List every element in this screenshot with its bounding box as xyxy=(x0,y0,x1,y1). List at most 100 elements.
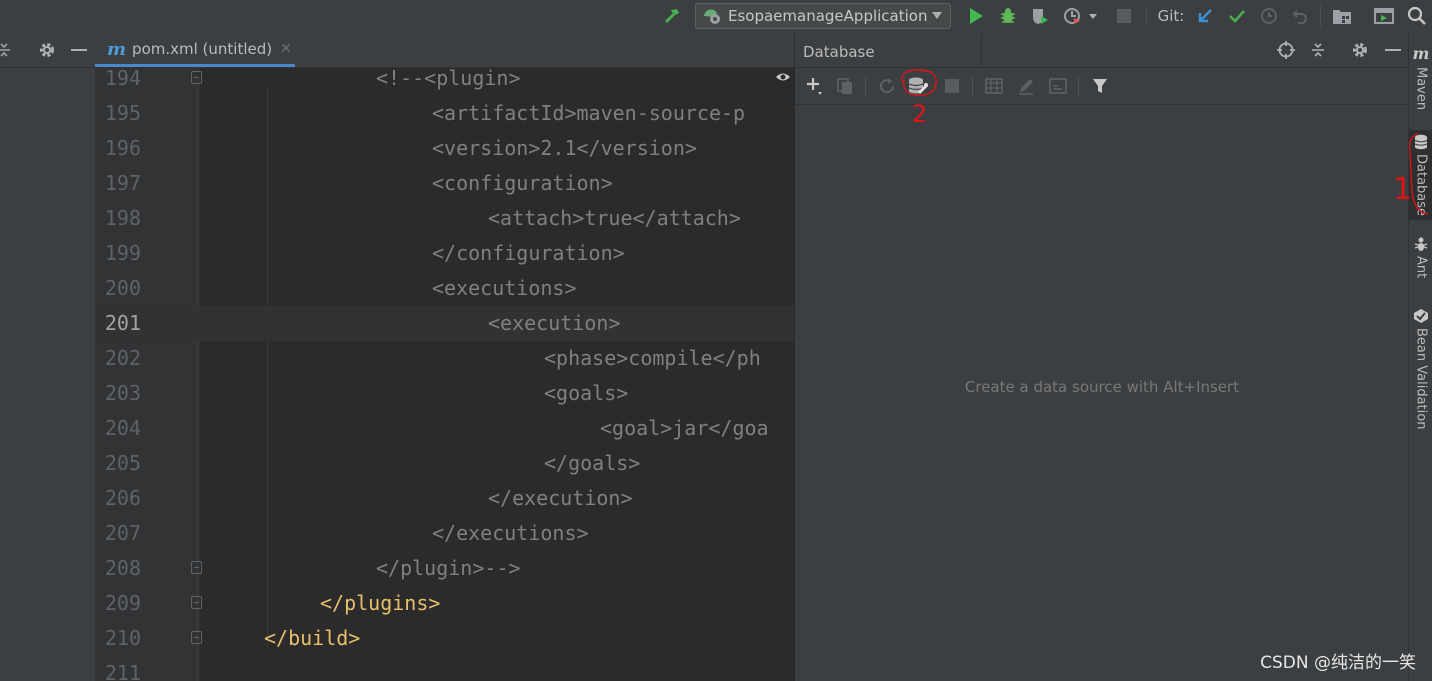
annotation-marker-1: 1 xyxy=(1393,172,1413,207)
project-structure-icon[interactable] xyxy=(1330,0,1354,32)
duplicate-icon[interactable] xyxy=(833,68,857,104)
stop-icon[interactable] xyxy=(1112,0,1136,32)
tool-tab-label: Ant xyxy=(1413,256,1429,279)
database-panel-header: Database xyxy=(795,34,1409,68)
git-commit-check-icon[interactable] xyxy=(1225,0,1249,32)
code-text: </execution> xyxy=(488,486,633,510)
line-number: 209 xyxy=(104,591,141,615)
profiler-icon[interactable] xyxy=(1060,0,1100,32)
line-number: 204 xyxy=(104,416,141,440)
toolbar-divider xyxy=(972,76,973,96)
line-number: 194 xyxy=(104,68,141,90)
maven-icon: m xyxy=(1412,44,1430,63)
line-number: 210 xyxy=(104,626,141,650)
run-with-coverage-icon[interactable] xyxy=(1028,0,1052,32)
code-line: 205 </goals> xyxy=(95,446,794,481)
stop-icon[interactable] xyxy=(940,68,964,104)
code-text: <version>2.1</version> xyxy=(432,136,697,160)
line-number: 197 xyxy=(104,171,141,195)
line-number: 202 xyxy=(104,346,141,370)
line-number: 206 xyxy=(104,486,141,510)
annotation-marker-2: 2 xyxy=(912,100,928,128)
run-icon[interactable] xyxy=(964,0,988,32)
search-icon[interactable] xyxy=(1404,0,1430,32)
close-icon[interactable]: ✕ xyxy=(280,41,292,57)
line-number: 207 xyxy=(104,521,141,545)
line-number: 196 xyxy=(104,136,141,160)
code-text: <!--<plugin> xyxy=(376,68,521,90)
left-tool-window-header xyxy=(0,34,95,68)
database-toolbar xyxy=(795,68,1409,105)
line-number: 203 xyxy=(104,381,141,405)
hide-panel-minus-icon[interactable] xyxy=(68,34,90,66)
code-text: </plugin>--> xyxy=(376,556,521,580)
table-editor-icon[interactable] xyxy=(982,68,1006,104)
toolbar-divider xyxy=(1146,6,1147,26)
edit-pencil-icon[interactable] xyxy=(1014,68,1038,104)
hide-panel-minus-icon[interactable] xyxy=(1382,34,1404,66)
code-line: 200 <executions> xyxy=(95,271,794,306)
tool-tab-maven[interactable]: m Maven xyxy=(1409,44,1432,110)
gear-icon[interactable] xyxy=(36,34,58,66)
code-text: </configuration> xyxy=(432,241,625,265)
toolbar-divider xyxy=(865,76,866,96)
add-plus-icon[interactable] xyxy=(803,68,827,104)
fold-marker[interactable] xyxy=(191,71,202,84)
code-line: 204 <goal>jar</goa xyxy=(95,411,794,446)
watermark: CSDN @纯洁的一笑 xyxy=(1260,653,1416,673)
code-line-current: 201 <execution> xyxy=(95,306,794,341)
code-text: <artifactId>maven-source-p xyxy=(432,101,746,125)
query-console-icon[interactable] xyxy=(1046,68,1070,104)
main-toolbar: EsopaemanageApplication Git: xyxy=(0,0,1432,34)
toolbar-divider xyxy=(1078,76,1079,96)
code-line: 195 <artifactId>maven-source-p xyxy=(95,96,794,131)
code-line: 199 </configuration> xyxy=(95,236,794,271)
editor-tab-bar: m pom.xml (untitled) ✕ xyxy=(95,34,794,68)
tool-tab-ant[interactable]: Ant xyxy=(1409,236,1432,278)
toolbar-divider xyxy=(1320,6,1321,26)
git-rollback-icon[interactable] xyxy=(1289,0,1313,32)
ant-icon xyxy=(1414,236,1428,252)
filter-funnel-icon[interactable] xyxy=(1088,68,1112,104)
tool-tab-bean-validation[interactable]: Bean Validation xyxy=(1409,308,1432,429)
line-number: 205 xyxy=(104,451,141,475)
code-editor[interactable]: 194 <!--<plugin> 195 <artifactId>maven-s… xyxy=(95,68,794,681)
line-number: 211 xyxy=(104,661,141,681)
tab-label: pom.xml (untitled) xyxy=(132,40,273,58)
locate-crosshair-icon[interactable] xyxy=(1275,34,1297,66)
fold-marker[interactable] xyxy=(191,596,202,609)
gear-icon[interactable] xyxy=(1349,34,1371,66)
line-number: 200 xyxy=(104,276,141,300)
collapse-all-icon[interactable] xyxy=(1307,34,1329,66)
git-update-icon[interactable] xyxy=(1193,0,1217,32)
debug-bug-icon[interactable] xyxy=(996,0,1020,32)
code-text: <executions> xyxy=(432,276,577,300)
collapse-all-icon[interactable] xyxy=(0,34,14,66)
header-divider xyxy=(981,34,982,67)
line-number: 199 xyxy=(104,241,141,265)
maven-file-icon: m xyxy=(107,38,127,60)
code-line: 211 xyxy=(95,656,794,681)
code-text: <goal>jar</goa xyxy=(600,416,769,440)
run-configuration-selector[interactable]: EsopaemanageApplication xyxy=(695,3,951,29)
code-line: 206 </execution> xyxy=(95,481,794,516)
fold-marker[interactable] xyxy=(191,631,202,644)
presentation-mode-icon[interactable] xyxy=(1372,0,1396,32)
code-line: 208 </plugin>--> xyxy=(95,551,794,586)
code-text: </executions> xyxy=(432,521,589,545)
code-text: <execution> xyxy=(488,311,621,335)
bean-validation-icon xyxy=(1413,308,1429,324)
line-number: 195 xyxy=(104,101,141,125)
run-configuration-label: EsopaemanageApplication xyxy=(728,7,928,25)
line-number: 201 xyxy=(104,311,141,335)
fold-marker[interactable] xyxy=(191,561,202,574)
tab-pom-xml[interactable]: m pom.xml (untitled) ✕ xyxy=(95,34,295,67)
build-hammer-icon[interactable] xyxy=(660,0,684,32)
line-number: 198 xyxy=(104,206,141,230)
code-text: <phase>compile</ph xyxy=(544,346,761,370)
code-line: 194 <!--<plugin> xyxy=(95,68,794,96)
code-line: 209 </plugins> xyxy=(95,586,794,621)
git-history-icon[interactable] xyxy=(1257,0,1281,32)
annotation-circle xyxy=(896,66,942,100)
chevron-down-icon xyxy=(932,12,942,19)
